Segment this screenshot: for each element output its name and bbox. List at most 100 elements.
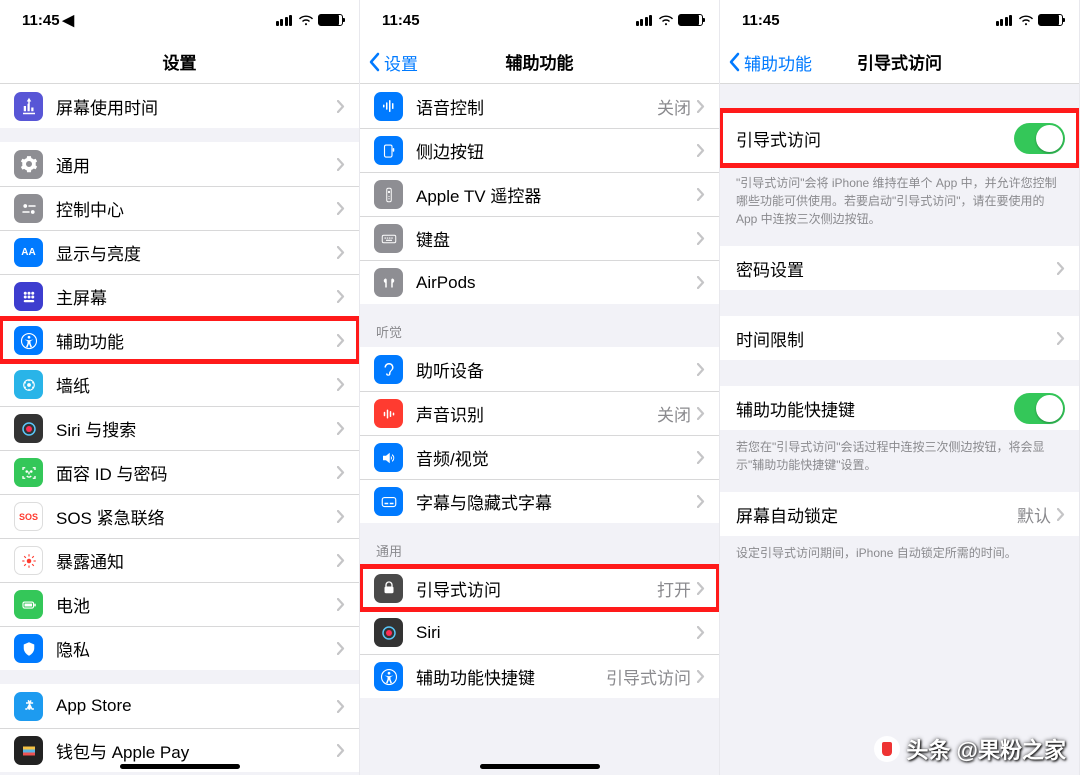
navbar: 设置 辅助功能: [360, 40, 719, 84]
row-voice-control[interactable]: 语音控制 关闭: [360, 84, 719, 128]
row-label: 密码设置: [736, 256, 1057, 281]
row-siri2[interactable]: Siri: [360, 610, 719, 654]
footer-note-shortcut: 若您在"引导式访问"会话过程中连按三次侧边按钮，将会显示"辅助功能快捷键"设置。: [720, 430, 1079, 478]
home-indicator[interactable]: [480, 764, 600, 769]
chevron-right-icon: [337, 246, 345, 259]
row-label: 辅助功能快捷键: [736, 396, 1014, 421]
row-sos[interactable]: SOS SOS 紧急联络: [0, 494, 359, 538]
chevron-right-icon: [337, 290, 345, 303]
status-time: 11:45: [382, 12, 420, 29]
status-time: 11:45◀: [22, 11, 74, 29]
row-audio-visual[interactable]: 音频/视觉: [360, 435, 719, 479]
chevron-right-icon: [337, 466, 345, 479]
signal-icon: [996, 15, 1013, 26]
homescreen-icon: [14, 282, 43, 311]
row-value: 关闭: [657, 94, 691, 119]
chevron-right-icon: [337, 744, 345, 757]
row-label: 引导式访问: [416, 576, 657, 601]
row-hearing-devices[interactable]: 助听设备: [360, 347, 719, 391]
sos-icon: SOS: [14, 502, 43, 531]
row-faceid[interactable]: 面容 ID 与密码: [0, 450, 359, 494]
row-sound-recognition[interactable]: 声音识别 关闭: [360, 391, 719, 435]
battery-icon: [1038, 14, 1063, 26]
row-value: 引导式访问: [606, 664, 691, 689]
side-button-icon: [374, 136, 403, 165]
text-size-icon: AA: [14, 238, 43, 267]
row-label: Apple TV 遥控器: [416, 182, 697, 207]
chevron-right-icon: [337, 554, 345, 567]
row-appstore[interactable]: App Store: [0, 684, 359, 728]
chevron-right-icon: [697, 582, 705, 595]
gear-icon: [14, 150, 43, 179]
chevron-right-icon: [697, 276, 705, 289]
toggle-on[interactable]: [1014, 123, 1065, 154]
accessibility-icon: [14, 326, 43, 355]
screen-guided-access: 11:45 辅助功能 引导式访问 引导式访问 "引导式访问"会将 iPhone …: [720, 0, 1080, 775]
chevron-left-icon: [728, 52, 740, 72]
row-screentime[interactable]: 屏幕使用时间: [0, 84, 359, 128]
row-label: 语音控制: [416, 94, 657, 119]
row-time-limits[interactable]: 时间限制: [720, 316, 1079, 360]
chevron-right-icon: [697, 407, 705, 420]
row-side-button[interactable]: 侧边按钮: [360, 128, 719, 172]
chevron-right-icon: [337, 598, 345, 611]
siri-icon: [374, 618, 403, 647]
screentime-icon: [14, 92, 43, 121]
chevron-right-icon: [697, 188, 705, 201]
row-battery[interactable]: 电池: [0, 582, 359, 626]
row-airpods[interactable]: AirPods: [360, 260, 719, 304]
row-control-center[interactable]: 控制中心: [0, 186, 359, 230]
back-button[interactable]: 设置: [368, 40, 418, 84]
chevron-right-icon: [337, 422, 345, 435]
chevron-right-icon: [697, 626, 705, 639]
row-shortcut-toggle[interactable]: 辅助功能快捷键: [720, 386, 1079, 430]
siri-icon: [14, 414, 43, 443]
row-accessibility[interactable]: 辅助功能: [0, 318, 359, 362]
row-label: 主屏幕: [56, 284, 337, 309]
chevron-right-icon: [1057, 508, 1065, 521]
row-siri[interactable]: Siri 与搜索: [0, 406, 359, 450]
toggle-on[interactable]: [1014, 393, 1065, 424]
row-passcode[interactable]: 密码设置: [720, 246, 1079, 290]
chevron-right-icon: [337, 510, 345, 523]
row-guided-access-toggle[interactable]: 引导式访问: [720, 110, 1079, 166]
back-button[interactable]: 辅助功能: [728, 40, 812, 84]
row-label: AirPods: [416, 273, 697, 293]
section-header-hearing: 听觉: [360, 304, 719, 347]
row-label: 隐私: [56, 636, 337, 661]
row-shortcut[interactable]: 辅助功能快捷键 引导式访问: [360, 654, 719, 698]
row-apple-tv[interactable]: Apple TV 遥控器: [360, 172, 719, 216]
row-wallpaper[interactable]: 墙纸: [0, 362, 359, 406]
row-privacy[interactable]: 隐私: [0, 626, 359, 670]
row-value: 默认: [1017, 502, 1051, 527]
ear-icon: [374, 355, 403, 384]
chevron-right-icon: [697, 144, 705, 157]
chevron-right-icon: [337, 334, 345, 347]
chevron-right-icon: [337, 158, 345, 171]
row-exposure[interactable]: 暴露通知: [0, 538, 359, 582]
wallet-icon: [14, 736, 43, 765]
row-homescreen[interactable]: 主屏幕: [0, 274, 359, 318]
section-header-general: 通用: [360, 523, 719, 566]
row-keyboard[interactable]: 键盘: [360, 216, 719, 260]
chevron-right-icon: [337, 642, 345, 655]
row-subtitles[interactable]: 字幕与隐藏式字幕: [360, 479, 719, 523]
row-autolock[interactable]: 屏幕自动锁定 默认: [720, 492, 1079, 536]
row-display[interactable]: AA 显示与亮度: [0, 230, 359, 274]
battery-icon: [678, 14, 703, 26]
row-general[interactable]: 通用: [0, 142, 359, 186]
subtitles-icon: [374, 487, 403, 516]
chevron-left-icon: [368, 52, 380, 72]
screen-accessibility: 11:45 设置 辅助功能 语音控制 关闭 侧边按钮: [360, 0, 720, 775]
voice-icon: [374, 92, 403, 121]
lock-icon: [374, 574, 403, 603]
row-guided-access[interactable]: 引导式访问 打开: [360, 566, 719, 610]
signal-icon: [276, 15, 293, 26]
battery-icon: [318, 14, 343, 26]
status-bar: 11:45: [720, 0, 1079, 40]
home-indicator[interactable]: [120, 764, 240, 769]
row-label: 电池: [56, 592, 337, 617]
chevron-right-icon: [697, 232, 705, 245]
chevron-right-icon: [337, 100, 345, 113]
row-value: 关闭: [657, 401, 691, 426]
